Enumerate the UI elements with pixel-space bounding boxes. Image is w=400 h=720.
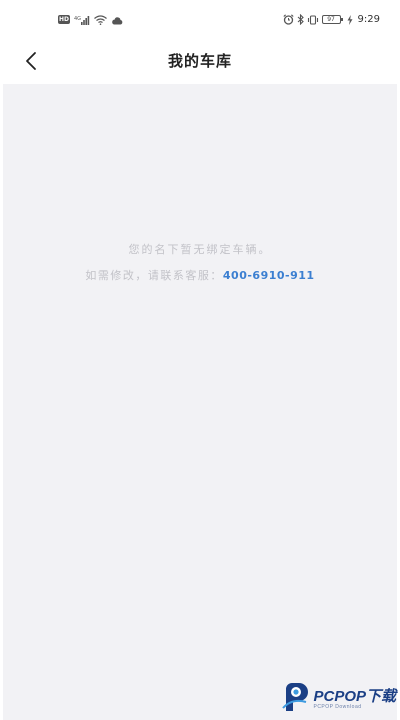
contact-prefix: 如需修改，请联系客服：	[85, 269, 223, 282]
status-bar-left: HD 4G	[58, 11, 123, 27]
charging-icon	[347, 10, 353, 29]
vibrate-icon	[307, 10, 319, 29]
page-header: 我的车库	[0, 38, 400, 84]
status-bar-right: 97 9:29	[282, 10, 380, 29]
hd-icon: HD	[58, 14, 71, 24]
bluetooth-icon	[297, 10, 304, 29]
watermark-subtext: PCPOP Download	[313, 703, 362, 710]
alarm-icon	[282, 10, 294, 29]
status-bar: HD 4G 97 9:29	[0, 0, 400, 38]
watermark: PCPOP下载 PCPOP Download	[282, 682, 396, 716]
cloud-icon	[111, 10, 123, 29]
content-area: 您的名下暂无绑定车辆。 如需修改，请联系客服：400-6910-911	[3, 84, 397, 720]
watermark-text: PCPOP下载	[313, 687, 396, 705]
customer-service-phone-link[interactable]: 400-6910-911	[223, 269, 315, 282]
svg-text:4G: 4G	[74, 16, 81, 22]
app-screen: HD 4G 97 9:29 我的车库 您的名下暂无绑定车辆。 如需修改，请联系客…	[0, 0, 400, 720]
pcpop-logo-icon	[282, 682, 310, 716]
wifi-icon	[94, 10, 107, 29]
empty-state-message: 您的名下暂无绑定车辆。	[128, 243, 272, 256]
status-time: 9:29	[357, 13, 380, 25]
contact-line: 如需修改，请联系客服：400-6910-911	[3, 267, 397, 283]
battery-icon: 97	[321, 14, 343, 24]
signal-icon: 4G	[74, 10, 90, 29]
page-title: 我的车库	[167, 52, 232, 70]
watermark-brand: PCPOP下载 PCPOP Download	[313, 689, 396, 710]
